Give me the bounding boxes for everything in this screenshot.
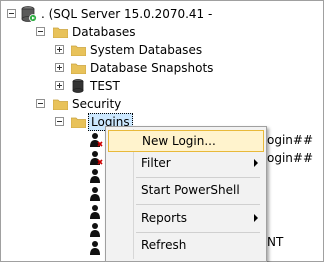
user-icon [90, 205, 100, 219]
submenu-arrow-icon [254, 159, 258, 167]
collapse-icon[interactable] [36, 27, 45, 36]
menu-item-label: New Login... [142, 134, 216, 148]
menu-item-start-powershell[interactable]: Start PowerShell [108, 179, 264, 201]
context-menu: New Login... Filter Start PowerShell Rep… [105, 126, 267, 262]
expand-icon[interactable] [55, 63, 64, 72]
disabled-user-icon [90, 151, 103, 165]
menu-item-filter[interactable]: Filter [108, 152, 264, 174]
collapse-icon[interactable] [55, 117, 64, 126]
menu-item-label: Filter [141, 156, 171, 170]
expand-icon[interactable] [55, 81, 64, 90]
folder-icon [71, 117, 86, 128]
menu-separator [136, 232, 260, 233]
user-icon [90, 187, 100, 201]
system-databases-label[interactable]: System Databases [90, 41, 202, 59]
menu-item-refresh[interactable]: Refresh [108, 234, 264, 256]
databases-label[interactable]: Databases [72, 23, 136, 41]
expand-icon[interactable] [55, 45, 64, 54]
folder-icon [71, 45, 86, 56]
tree-node-test-database[interactable]: TEST [1, 77, 323, 95]
user-icon [90, 223, 100, 237]
tree-node-databases[interactable]: Databases [1, 23, 323, 41]
database-snapshots-label[interactable]: Database Snapshots [90, 59, 213, 77]
menu-item-reports[interactable]: Reports [108, 207, 264, 229]
login-name-suffix[interactable]: ogin## [267, 131, 313, 149]
tree-node-system-databases[interactable]: System Databases [1, 41, 323, 59]
disabled-user-icon [90, 133, 103, 147]
menu-separator [136, 204, 260, 205]
security-label[interactable]: Security [72, 95, 121, 113]
folder-icon [71, 63, 86, 74]
collapse-icon[interactable] [7, 9, 16, 18]
tree-node-security[interactable]: Security [1, 95, 323, 113]
folder-icon [53, 27, 68, 38]
server-icon [21, 6, 37, 22]
database-icon [72, 79, 84, 93]
collapse-icon[interactable] [36, 99, 45, 108]
user-icon [90, 241, 100, 255]
menu-item-new-login[interactable]: New Login... [108, 130, 264, 152]
folder-icon [53, 99, 68, 110]
tree-node-server[interactable]: . (SQL Server 15.0.2070.41 - [1, 5, 323, 23]
test-database-label[interactable]: TEST [90, 77, 120, 95]
menu-item-label: Refresh [141, 238, 187, 252]
menu-separator [136, 177, 260, 178]
login-name-suffix[interactable]: NT [267, 233, 283, 251]
menu-item-label: Start PowerShell [141, 183, 240, 197]
login-name-suffix[interactable]: ogin## [267, 149, 313, 167]
menu-item-label: Reports [141, 211, 188, 225]
user-icon [90, 169, 100, 183]
server-label[interactable]: . (SQL Server 15.0.2070.41 - [41, 5, 212, 23]
submenu-arrow-icon [254, 214, 258, 222]
tree-node-database-snapshots[interactable]: Database Snapshots [1, 59, 323, 77]
